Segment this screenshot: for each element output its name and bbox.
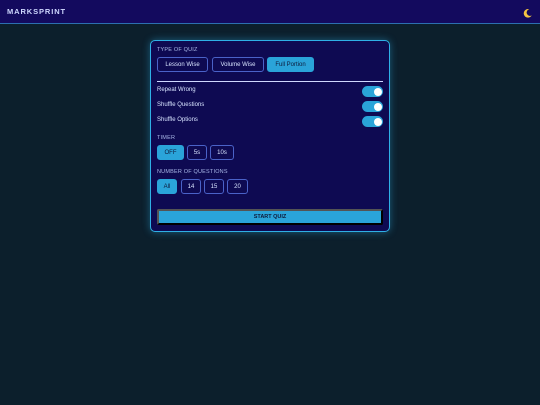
questions-20[interactable]: 20 bbox=[227, 179, 248, 194]
shuffle-options-toggle[interactable] bbox=[362, 116, 383, 127]
toggle-knob bbox=[373, 87, 382, 96]
timer-5s[interactable]: 5s bbox=[187, 145, 207, 160]
repeat-wrong-label: Repeat Wrong bbox=[157, 87, 196, 93]
quiz-type-lesson-wise[interactable]: Lesson Wise bbox=[157, 57, 208, 72]
section-divider bbox=[157, 81, 383, 82]
quiz-settings-card: TYPE OF QUIZ Lesson Wise Volume Wise Ful… bbox=[150, 40, 390, 232]
quiz-type-label: TYPE OF QUIZ bbox=[157, 47, 198, 53]
top-bar: MARKSPRINT bbox=[0, 0, 540, 24]
toggle-knob bbox=[373, 117, 382, 126]
shuffle-questions-toggle[interactable] bbox=[362, 101, 383, 112]
quiz-type-volume-wise[interactable]: Volume Wise bbox=[212, 57, 264, 72]
timer-label: TIMER bbox=[157, 135, 176, 141]
timer-10s[interactable]: 10s bbox=[210, 145, 234, 160]
quiz-type-full-portion[interactable]: Full Portion bbox=[267, 57, 314, 72]
questions-15[interactable]: 15 bbox=[204, 179, 224, 194]
timer-off[interactable]: OFF bbox=[157, 145, 184, 160]
questions-all[interactable]: All bbox=[157, 179, 177, 194]
start-quiz-button[interactable]: START QUIZ bbox=[157, 209, 383, 225]
app-brand: MARKSPRINT bbox=[7, 7, 66, 16]
repeat-wrong-toggle[interactable] bbox=[362, 86, 383, 97]
questions-14[interactable]: 14 bbox=[181, 179, 201, 194]
questions-label: NUMBER OF QUESTIONS bbox=[157, 169, 228, 175]
shuffle-options-label: Shuffle Options bbox=[157, 117, 198, 123]
toggle-knob bbox=[373, 102, 382, 111]
moon-icon[interactable] bbox=[522, 6, 533, 18]
shuffle-questions-label: Shuffle Questions bbox=[157, 102, 205, 108]
